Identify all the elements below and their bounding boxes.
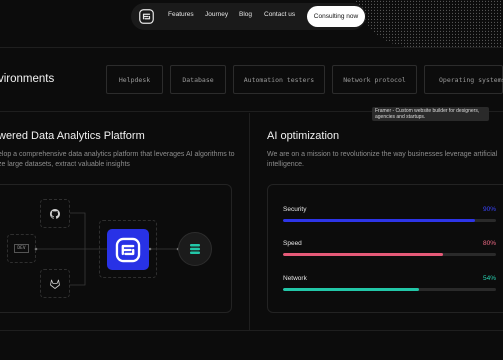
dot-pattern-decoration: [355, 0, 503, 48]
analytics-description-line-1: elop a comprehensive data analytics plat…: [0, 151, 235, 158]
consulting-now-button[interactable]: Consulting now: [307, 6, 365, 27]
analytics-description-line-2: ze large datasets, extract valuable insi…: [0, 161, 130, 168]
env-chip-operating-systems[interactable]: Operating systems: [424, 65, 503, 94]
ai-description-line-2: intelligence.: [267, 161, 304, 168]
progress-fill-security: [283, 219, 475, 222]
env-chip-network-protocol[interactable]: Network protocol: [332, 65, 417, 94]
metric-label-network: Network: [283, 275, 307, 282]
metric-label-security: Security: [283, 206, 307, 213]
metric-label-speed: Speed: [283, 240, 302, 247]
brand-logo-icon[interactable]: [139, 9, 154, 24]
top-navbar: Features Journey Blog Contact us Consult…: [131, 3, 366, 30]
nav-link-features[interactable]: Features: [168, 11, 194, 18]
metric-value-network: 54%: [482, 275, 496, 282]
metric-value-security: 90%: [482, 206, 496, 213]
progress-fill-speed: [283, 253, 443, 256]
nav-link-journey[interactable]: Journey: [205, 11, 228, 18]
dev-label: DEV: [14, 244, 29, 253]
dev-node[interactable]: DEV: [7, 234, 36, 263]
env-chip-automation-testers[interactable]: Automation testers: [233, 65, 325, 94]
env-chip-helpdesk[interactable]: Helpdesk: [106, 65, 163, 94]
nav-link-blog[interactable]: Blog: [239, 11, 252, 18]
progress-track-network: [283, 288, 496, 291]
progress-track-security: [283, 219, 496, 222]
github-icon: [50, 208, 60, 219]
metric-value-speed: 80%: [482, 240, 496, 247]
gitlab-node[interactable]: [40, 269, 70, 298]
nav-link-contact-us[interactable]: Contact us: [264, 11, 295, 18]
divider: [0, 330, 503, 331]
ai-metrics-card: [267, 184, 503, 313]
github-node[interactable]: [40, 199, 70, 228]
progress-track-speed: [283, 253, 496, 256]
brand-logo-icon: [115, 237, 141, 262]
gitlab-icon: [50, 279, 60, 289]
column-divider: [249, 113, 250, 330]
divider: [0, 47, 503, 48]
progress-fill-network: [283, 288, 420, 291]
analytics-heading: wered Data Analytics Platform: [0, 130, 145, 142]
tooltip: Framer - Custom website builder for desi…: [372, 107, 489, 121]
platform-logo[interactable]: [107, 229, 149, 270]
database-node[interactable]: [178, 232, 212, 266]
environments-heading: vironments: [0, 73, 55, 85]
env-chip-database[interactable]: Database: [170, 65, 226, 94]
database-stack-icon: [190, 244, 200, 254]
ai-optimization-heading: AI optimization: [267, 130, 340, 142]
ai-description-line-1: We are on a mission to revolutionize the…: [267, 151, 498, 158]
